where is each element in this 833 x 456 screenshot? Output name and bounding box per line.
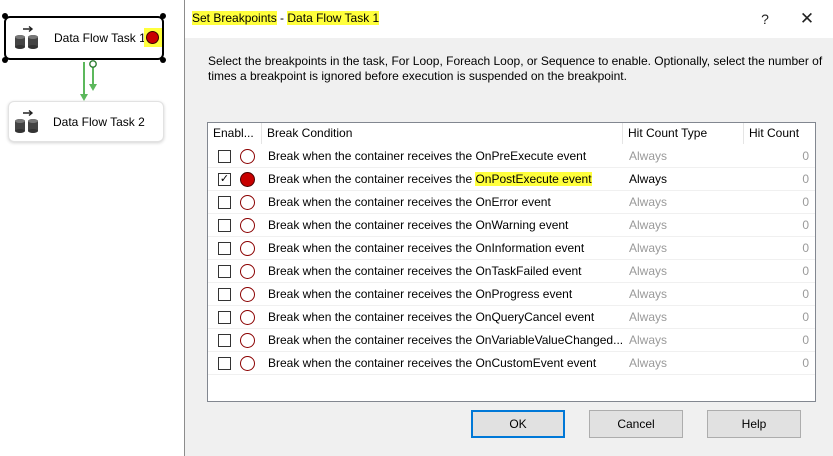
breakpoint-enabled-icon (240, 172, 255, 187)
hit-count-type[interactable]: Always (629, 241, 667, 255)
column-header-break-condition[interactable]: Break Condition (262, 123, 623, 144)
table-row[interactable]: Break when the container receives the On… (208, 260, 815, 283)
data-flow-task-1[interactable]: Data Flow Task 1 (4, 16, 164, 60)
breakpoint-disabled-icon (240, 264, 255, 279)
column-header-hit-count[interactable]: Hit Count (744, 123, 815, 144)
break-condition: Break when the container receives the On… (268, 356, 597, 370)
hit-count[interactable]: 0 (802, 356, 809, 370)
breakpoint-disabled-icon (240, 333, 255, 348)
enable-checkbox[interactable] (218, 242, 231, 255)
breakpoint-disabled-icon (240, 218, 255, 233)
enable-checkbox[interactable] (218, 311, 231, 324)
enable-checkbox[interactable] (218, 357, 231, 370)
title-separator: - (276, 11, 288, 25)
hit-count-type[interactable]: Always (629, 172, 667, 186)
breakpoint-disabled-icon (240, 149, 255, 164)
data-flow-task-2[interactable]: Data Flow Task 2 (8, 101, 164, 142)
break-condition: Break when the container receives the On… (268, 333, 624, 347)
selection-handle[interactable] (2, 57, 8, 63)
breakpoint-disabled-icon (240, 241, 255, 256)
table-row[interactable]: Break when the container receives the On… (208, 145, 815, 168)
table-row[interactable]: Break when the container receives the On… (208, 191, 815, 214)
breakpoint-disabled-icon (240, 195, 255, 210)
hit-count[interactable]: 0 (802, 241, 809, 255)
table-row[interactable]: Break when the container receives the On… (208, 237, 815, 260)
enable-checkbox[interactable] (218, 265, 231, 278)
hit-count[interactable]: 0 (802, 195, 809, 209)
break-condition: Break when the container receives the On… (268, 172, 592, 186)
table-row[interactable]: Break when the container receives the On… (208, 352, 815, 375)
table-row[interactable]: ✓ Break when the container receives the … (208, 168, 815, 191)
hit-count[interactable]: 0 (802, 264, 809, 278)
dialog-titlebar[interactable]: Set Breakpoints - Data Flow Task 1 ? ✕ (185, 0, 833, 38)
hit-count-type[interactable]: Always (629, 333, 667, 347)
break-condition: Break when the container receives the On… (268, 218, 569, 232)
breakpoints-grid: Enabl... Break Condition Hit Count Type … (207, 122, 816, 402)
cancel-button[interactable]: Cancel (589, 410, 683, 438)
break-condition: Break when the container receives the On… (268, 310, 595, 324)
package-designer-canvas: Data Flow Task 1 Data Flow Task 2 (0, 0, 185, 456)
close-icon[interactable]: ✕ (797, 9, 817, 29)
data-flow-task-icon (15, 109, 38, 133)
enable-checkbox[interactable] (218, 334, 231, 347)
hit-count-type[interactable]: Always (629, 218, 667, 232)
column-header-enabled[interactable]: Enabl... (208, 123, 262, 144)
enable-checkbox[interactable]: ✓ (218, 173, 231, 186)
table-row[interactable]: Break when the container receives the On… (208, 329, 815, 352)
break-condition: Break when the container receives the On… (268, 264, 582, 278)
dialog-title: Set Breakpoints - Data Flow Task 1 (192, 11, 380, 25)
breakpoint-disabled-icon (240, 310, 255, 325)
set-breakpoints-dialog: Set Breakpoints - Data Flow Task 1 ? ✕ S… (184, 0, 833, 456)
task-2-label: Data Flow Task 2 (53, 114, 145, 129)
hit-count[interactable]: 0 (802, 218, 809, 232)
hit-count-type[interactable]: Always (629, 264, 667, 278)
selection-handle[interactable] (160, 57, 166, 63)
column-header-hit-count-type[interactable]: Hit Count Type (623, 123, 744, 144)
table-row[interactable]: Break when the container receives the On… (208, 283, 815, 306)
enable-checkbox[interactable] (218, 219, 231, 232)
ok-button[interactable]: OK (471, 410, 565, 438)
hit-count[interactable]: 0 (802, 287, 809, 301)
hit-count[interactable]: 0 (802, 149, 809, 163)
instructions-text: Select the breakpoints in the task, For … (208, 54, 823, 83)
hit-count-type[interactable]: Always (629, 195, 667, 209)
table-row[interactable]: Break when the container receives the On… (208, 306, 815, 329)
enable-checkbox[interactable] (218, 150, 231, 163)
selection-handle[interactable] (160, 13, 166, 19)
enable-checkbox[interactable] (218, 196, 231, 209)
hit-count-type[interactable]: Always (629, 149, 667, 163)
breakpoint-icon[interactable] (144, 28, 162, 47)
break-condition: Break when the container receives the On… (268, 195, 551, 209)
title-task-name: Data Flow Task 1 (287, 11, 380, 25)
hit-count-type[interactable]: Always (629, 287, 667, 301)
breakpoint-disabled-icon (240, 356, 255, 371)
break-condition: Break when the container receives the On… (268, 149, 587, 163)
hit-count[interactable]: 0 (802, 310, 809, 324)
break-condition: Break when the container receives the On… (268, 287, 573, 301)
help-button[interactable]: Help (707, 410, 801, 438)
table-row[interactable]: Break when the container receives the On… (208, 214, 815, 237)
enable-checkbox[interactable] (218, 288, 231, 301)
help-icon[interactable]: ? (755, 9, 775, 29)
grid-header: Enabl... Break Condition Hit Count Type … (208, 123, 815, 144)
break-condition: Break when the container receives the On… (268, 241, 585, 255)
selection-handle[interactable] (2, 13, 8, 19)
title-set-breakpoints: Set Breakpoints (192, 11, 277, 25)
highlighted-event-name: OnPostExecute event (475, 172, 592, 186)
hit-count-type[interactable]: Always (629, 356, 667, 370)
hit-count[interactable]: 0 (802, 172, 809, 186)
breakpoint-disabled-icon (240, 287, 255, 302)
hit-count[interactable]: 0 (802, 333, 809, 347)
data-flow-task-icon (15, 26, 38, 49)
task-1-label: Data Flow Task 1 (54, 31, 146, 45)
hit-count-type[interactable]: Always (629, 310, 667, 324)
